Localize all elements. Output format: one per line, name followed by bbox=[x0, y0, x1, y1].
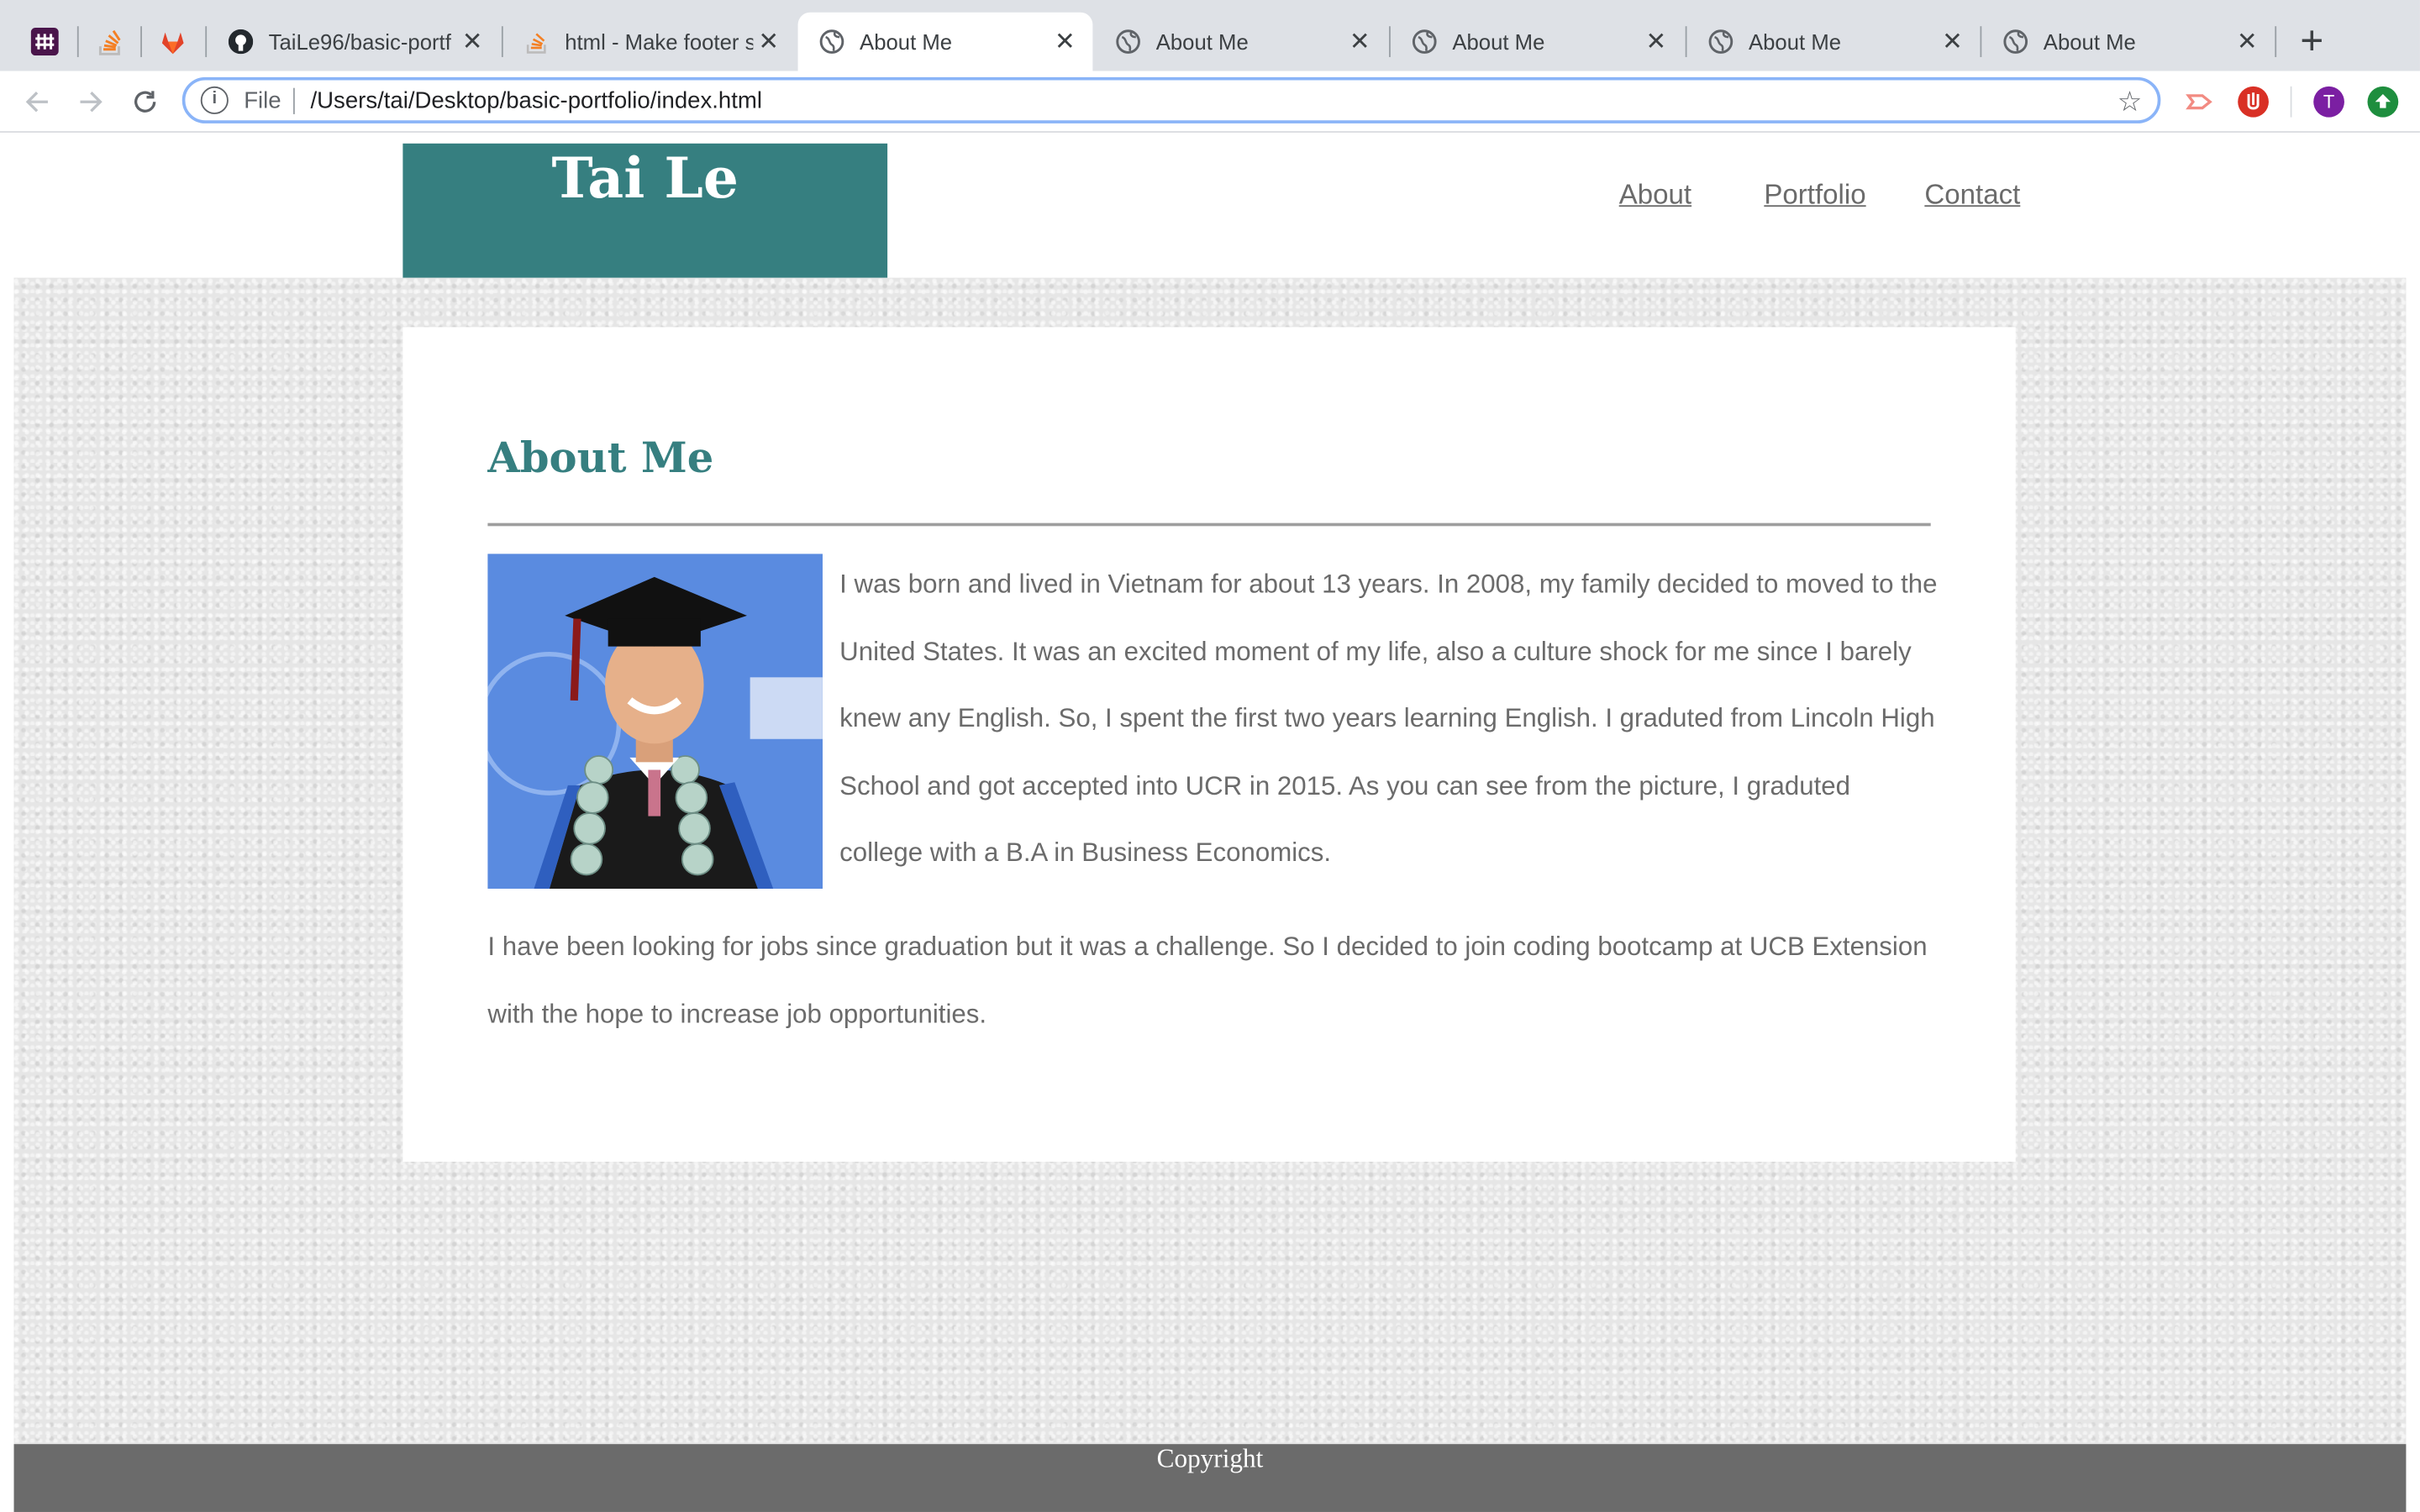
tab-title: About Me bbox=[1748, 29, 1842, 55]
pinned-tab-slack[interactable] bbox=[17, 13, 72, 71]
tab-title: About Me bbox=[1452, 29, 1545, 55]
footer-copyright: Copyright bbox=[1156, 1444, 1264, 1474]
tab-github[interactable]: TaiLe96/basic-portf ✕ bbox=[207, 13, 500, 71]
info-icon[interactable]: i bbox=[200, 86, 229, 114]
close-icon[interactable]: ✕ bbox=[1344, 26, 1376, 57]
globe-icon bbox=[1412, 29, 1437, 54]
arrow-right-icon bbox=[80, 92, 103, 113]
close-icon[interactable]: ✕ bbox=[1640, 26, 1671, 57]
web-page: Tai Le About Portfolio Contact About Me bbox=[0, 132, 2420, 1512]
site-footer: Copyright bbox=[13, 1444, 2407, 1512]
pinned-tab-stackoverflow[interactable] bbox=[82, 13, 137, 71]
tab-stackoverflow[interactable]: html - Make footer s ✕ bbox=[503, 13, 797, 71]
site-brand[interactable]: Tai Le bbox=[402, 143, 888, 278]
tab-about-me[interactable]: About Me ✕ bbox=[1094, 13, 1387, 71]
url-text: /Users/tai/Desktop/basic-portfolio/index… bbox=[310, 87, 762, 113]
nav-link-about[interactable]: About bbox=[1619, 179, 1691, 212]
nav-link-portfolio[interactable]: Portfolio bbox=[1764, 179, 1865, 212]
section-title: About Me bbox=[487, 434, 714, 483]
about-paragraph-2: I have been looking for jobs since gradu… bbox=[487, 932, 1928, 1029]
tab-title: About Me bbox=[2043, 29, 2136, 55]
tab-title: About Me bbox=[1155, 29, 1249, 55]
reload-icon bbox=[134, 91, 156, 113]
tab-title: html - Make footer s bbox=[565, 29, 754, 55]
tab-about-me[interactable]: About Me ✕ bbox=[1687, 13, 1981, 71]
toolbar-divider bbox=[2290, 86, 2292, 118]
forward-button[interactable] bbox=[72, 83, 109, 120]
new-tab-button[interactable]: + bbox=[2293, 18, 2330, 61]
tab-bar: TaiLe96/basic-portf ✕ html - Make footer… bbox=[0, 0, 2420, 71]
globe-icon bbox=[1116, 29, 1140, 54]
profile-photo bbox=[487, 554, 823, 889]
browser-toolbar: i File /Users/tai/Desktop/basic-portfoli… bbox=[0, 71, 2420, 133]
close-icon[interactable]: ✕ bbox=[753, 26, 784, 57]
tab-separator bbox=[2275, 26, 2277, 57]
about-card: About Me I was born and lived in Vietnam… bbox=[402, 327, 2016, 1163]
about-paragraph-1: I was born and lived in Vietnam for abou… bbox=[839, 569, 1938, 868]
globe-icon bbox=[1708, 29, 1733, 54]
close-icon[interactable]: ✕ bbox=[1050, 26, 1081, 57]
arrow-left-icon bbox=[25, 92, 48, 113]
stackoverflow-icon bbox=[524, 29, 549, 54]
section-divider bbox=[487, 522, 1931, 527]
github-icon bbox=[228, 29, 254, 55]
back-button[interactable] bbox=[18, 83, 55, 120]
reload-button[interactable] bbox=[127, 83, 164, 120]
profile-avatar[interactable]: T bbox=[2313, 86, 2344, 118]
star-icon[interactable]: ☆ bbox=[2118, 87, 2143, 119]
tab-title: TaiLe96/basic-portf bbox=[268, 29, 451, 55]
extension-upload-icon[interactable] bbox=[2367, 86, 2399, 118]
tab-separator bbox=[76, 26, 79, 57]
globe-icon bbox=[2003, 29, 2028, 54]
extension-cast-icon[interactable] bbox=[2184, 87, 2215, 118]
tab-separator bbox=[140, 26, 142, 57]
pinned-tab-gitlab[interactable] bbox=[145, 13, 201, 71]
nav-link-contact[interactable]: Contact bbox=[1924, 179, 2020, 212]
scheme-label: File bbox=[244, 87, 296, 113]
tab-title: About Me bbox=[860, 29, 953, 55]
gitlab-icon bbox=[161, 32, 184, 55]
tab-about-me-active[interactable]: About Me ✕ bbox=[797, 12, 1093, 71]
slack-icon bbox=[30, 28, 59, 56]
close-icon[interactable]: ✕ bbox=[2232, 26, 2263, 57]
tab-about-me[interactable]: About Me ✕ bbox=[1391, 13, 1684, 71]
stackoverflow-icon bbox=[98, 29, 121, 55]
globe-icon bbox=[819, 29, 844, 54]
close-icon[interactable]: ✕ bbox=[1937, 26, 1968, 57]
address-bar[interactable]: i File /Users/tai/Desktop/basic-portfoli… bbox=[182, 76, 2161, 123]
brand-name: Tai Le bbox=[551, 146, 739, 212]
extension-adblock-icon[interactable] bbox=[2238, 86, 2269, 118]
close-icon[interactable]: ✕ bbox=[457, 26, 488, 57]
tab-about-me[interactable]: About Me ✕ bbox=[1981, 13, 2275, 71]
